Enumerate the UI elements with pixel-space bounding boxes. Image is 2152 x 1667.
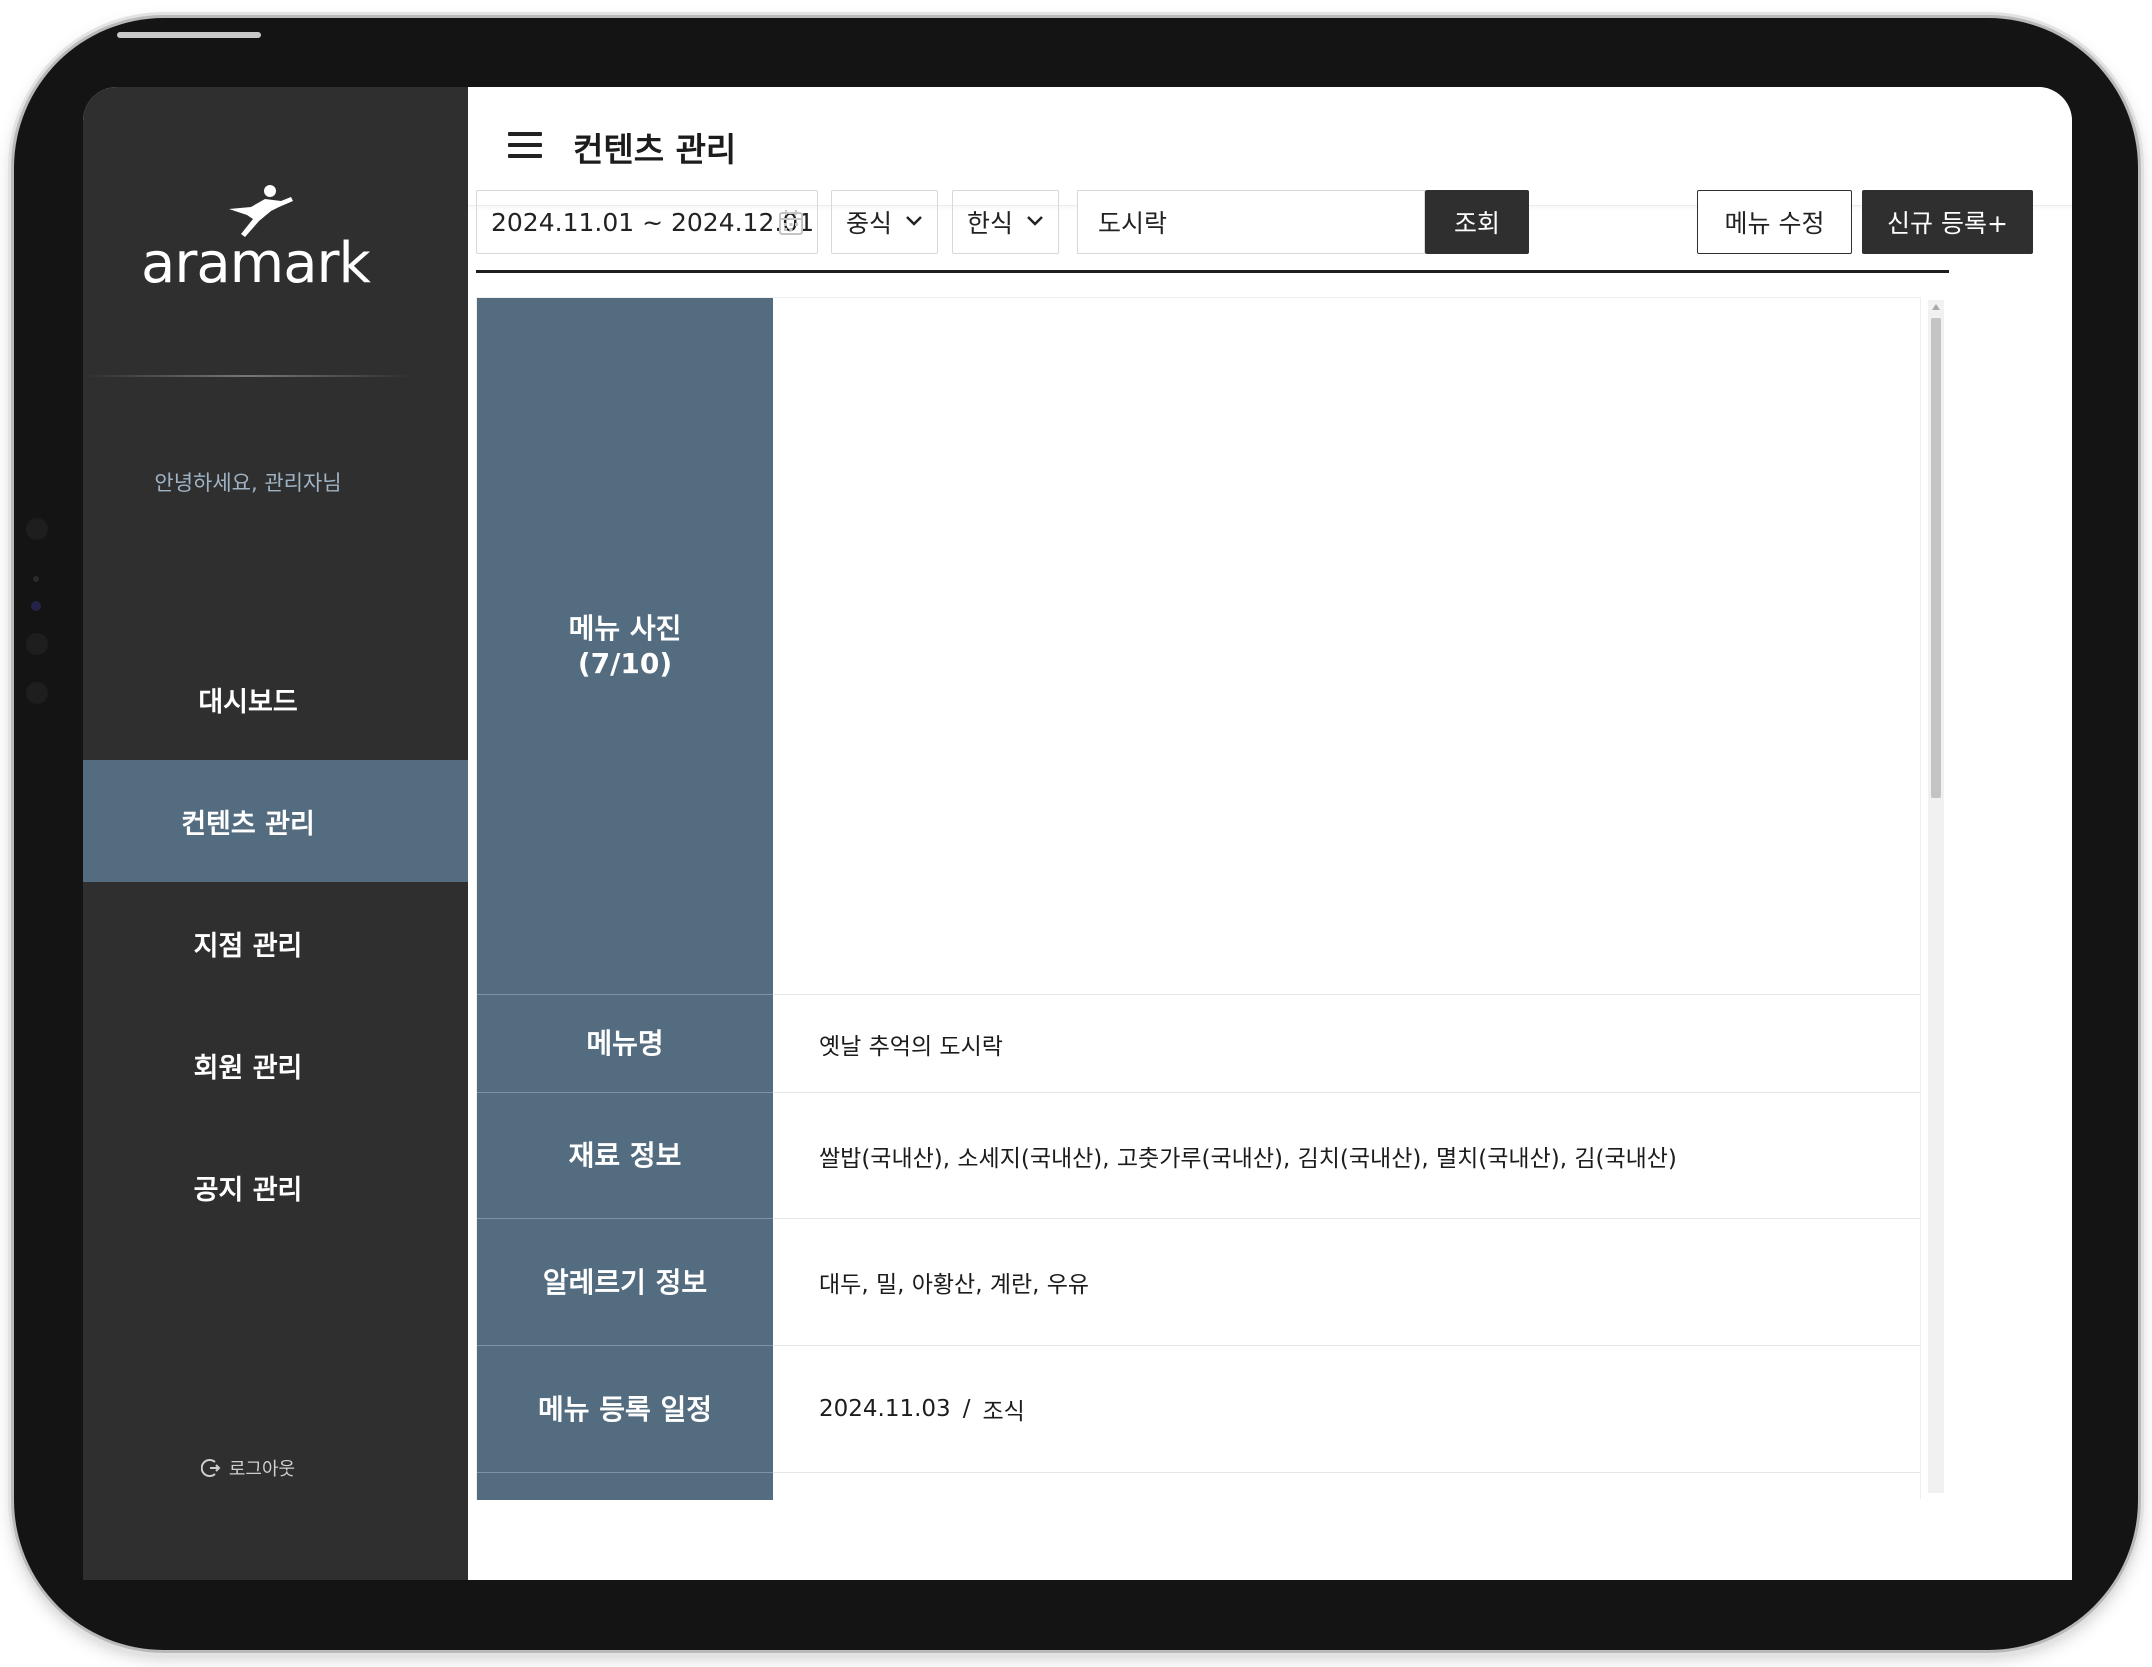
sidebar-item-dashboard[interactable]: 대시보드	[83, 638, 468, 760]
logo-text: aramark	[141, 231, 371, 296]
sensor-dot	[26, 682, 48, 704]
hamburger-menu-icon[interactable]	[508, 132, 542, 158]
row-partial	[477, 1473, 1920, 1500]
row-ingredients: 재료 정보 쌀밥(국내산), 소세지(국내산), 고춧가루(국내산), 김치(국…	[477, 1093, 1920, 1219]
menu-photo-area[interactable]	[773, 298, 1920, 994]
sidebar-item-members[interactable]: 회원 관리	[83, 1004, 468, 1126]
menu-photo-label: 메뉴 사진	[568, 612, 682, 645]
row-schedule: 메뉴 등록 일정 2024.11.03 / 조식	[477, 1346, 1920, 1473]
search-button[interactable]: 조회	[1425, 190, 1529, 254]
search-input[interactable]	[1077, 190, 1425, 254]
filter-toolbar: 2024.11.01 ~ 2024.12.01 중식 한식 조회 메뉴 수정 신…	[476, 190, 2033, 262]
date-range-value: 2024.11.01 ~ 2024.12.01	[491, 207, 815, 237]
edit-menu-button[interactable]: 메뉴 수정	[1697, 190, 1852, 254]
sidebar-divider	[83, 375, 413, 377]
sidebar: aramark 안녕하세요, 관리자님 대시보드 컨텐츠 관리 지점 관리 회원…	[83, 87, 468, 1580]
meal-select-value: 중식	[846, 209, 893, 238]
sensor-dot	[33, 576, 39, 582]
label-allergy: 알레르기 정보	[477, 1219, 773, 1346]
sensor-dot	[26, 633, 48, 655]
volume-button	[117, 32, 193, 38]
camera-icon	[31, 601, 41, 611]
schedule-meal: 조식	[982, 1399, 1025, 1425]
top-header: 컨텐츠 관리	[468, 87, 2072, 206]
label-menu-photo: 메뉴 사진 (7/10)	[477, 298, 773, 995]
logout-label: 로그아웃	[228, 1459, 296, 1480]
value-partial	[773, 1473, 1920, 1499]
cuisine-select-value: 한식	[967, 209, 1014, 238]
menu-name-value: 옛날 추억의 도시락	[819, 1033, 1003, 1060]
allergy-value: 대두, 밀, 아황산, 계란, 우유	[819, 1272, 1090, 1298]
sidebar-item-content[interactable]: 컨텐츠 관리	[83, 760, 468, 882]
sidebar-item-label: 컨텐츠 관리	[181, 808, 315, 840]
row-menu-name: 메뉴명 옛날 추억의 도시락	[477, 995, 1920, 1093]
vertical-scrollbar[interactable]	[1928, 300, 1944, 1493]
chevron-down-icon	[906, 216, 922, 226]
sidebar-nav: 대시보드 컨텐츠 관리 지점 관리 회원 관리 공지 관리	[83, 638, 468, 1248]
logout-icon	[200, 1459, 221, 1477]
schedule-value: 2024.11.03 / 조식	[773, 1346, 1920, 1472]
meal-select[interactable]: 중식	[831, 190, 938, 254]
screen-bottom-bezel	[83, 1580, 2072, 1600]
menu-detail-table: 메뉴 사진 (7/10) 메뉴명 옛날 추억의 도시락 재료 정보 쌀밥(국내산…	[476, 297, 1921, 1500]
aramark-logo[interactable]: aramark	[141, 185, 371, 307]
calendar-icon[interactable]	[779, 209, 803, 235]
scroll-up-icon[interactable]	[1932, 304, 1940, 310]
cuisine-select[interactable]: 한식	[952, 190, 1059, 254]
sidebar-item-label: 공지 관리	[193, 1174, 303, 1206]
new-register-button[interactable]: 신규 등록+	[1862, 190, 2033, 254]
label-ingredients: 재료 정보	[477, 1093, 773, 1219]
sidebar-item-label: 지점 관리	[193, 930, 303, 962]
row-menu-photo: 메뉴 사진 (7/10)	[477, 298, 1920, 995]
sidebar-item-label: 대시보드	[198, 686, 298, 718]
label-menu-name: 메뉴명	[477, 995, 773, 1093]
chevron-down-icon	[1027, 216, 1043, 226]
toolbar-divider	[476, 270, 1949, 273]
sidebar-item-notices[interactable]: 공지 관리	[83, 1126, 468, 1248]
row-allergy: 알레르기 정보 대두, 밀, 아황산, 계란, 우유	[477, 1219, 1920, 1346]
sidebar-item-label: 회원 관리	[193, 1052, 303, 1084]
schedule-separator: /	[962, 1396, 971, 1422]
greeting-text: 안녕하세요, 관리자님	[154, 471, 342, 495]
page-title: 컨텐츠 관리	[573, 130, 737, 169]
scrollbar-thumb[interactable]	[1931, 318, 1941, 798]
label-partial	[477, 1473, 773, 1500]
logout-button[interactable]: 로그아웃	[83, 1455, 413, 1481]
volume-button	[185, 32, 261, 38]
sensor-dot	[26, 518, 48, 540]
ingredients-value: 쌀밥(국내산), 소세지(국내산), 고춧가루(국내산), 김치(국내산), 멸…	[819, 1145, 1677, 1172]
menu-photo-count: (7/10)	[577, 647, 673, 680]
date-range-picker[interactable]: 2024.11.01 ~ 2024.12.01	[476, 190, 818, 254]
label-schedule: 메뉴 등록 일정	[477, 1346, 773, 1473]
runner-icon	[229, 185, 293, 237]
sidebar-item-branch[interactable]: 지점 관리	[83, 882, 468, 1004]
schedule-date: 2024.11.03	[819, 1396, 951, 1422]
